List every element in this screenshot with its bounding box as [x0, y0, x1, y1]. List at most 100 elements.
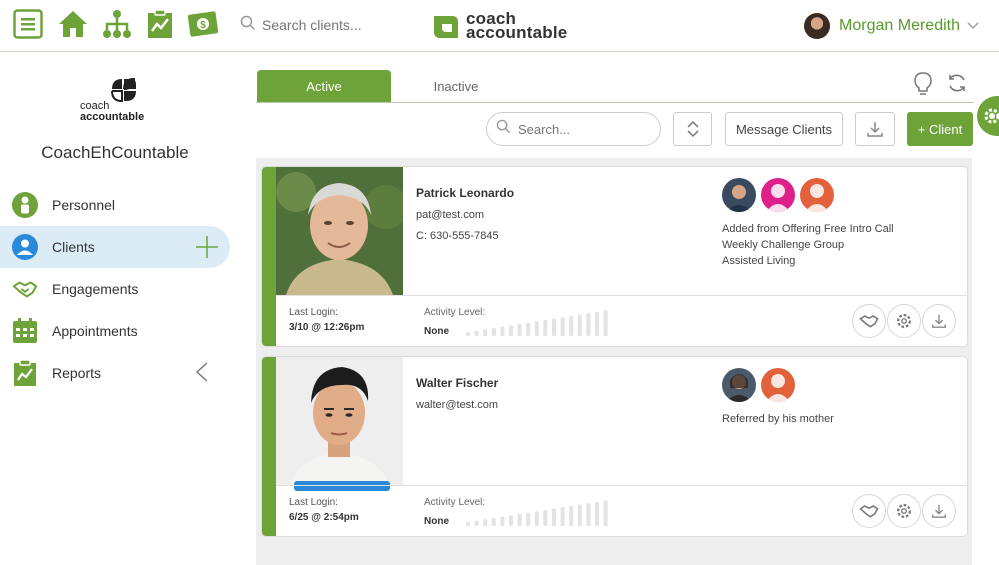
activity-bar — [500, 516, 505, 526]
sidebar-item-label: Clients — [52, 239, 95, 255]
group-label: Weekly Challenge Group — [722, 239, 845, 251]
activity-bar — [603, 500, 608, 526]
home-icon[interactable] — [57, 8, 89, 40]
report-icon[interactable] — [144, 8, 176, 40]
last-login-value: 6/25 @ 2:54pm — [289, 512, 359, 523]
client-icon — [12, 234, 38, 260]
activity-bar — [543, 509, 548, 526]
card-footer: Last Login: 3/10 @ 12:26pm Activity Leve… — [276, 295, 967, 346]
collapse-sidebar-chevron-icon[interactable] — [194, 361, 210, 383]
engagement-button[interactable] — [852, 304, 886, 338]
activity-bar — [603, 310, 608, 336]
sidebar-item-label: Personnel — [52, 197, 116, 213]
group-label: Referred by his mother — [722, 413, 834, 425]
last-login-value: 3/10 @ 12:26pm — [289, 322, 365, 333]
avatar — [804, 13, 831, 39]
activity-bar — [569, 505, 574, 526]
add-client-button[interactable]: + Client — [907, 112, 973, 146]
chevron-down-icon — [967, 19, 979, 33]
handshake-icon — [859, 315, 879, 328]
engagement-button[interactable] — [852, 494, 886, 528]
card-accent-bar — [262, 167, 276, 346]
search-icon — [240, 15, 256, 36]
client-name[interactable]: Patrick Leonardo — [416, 186, 514, 200]
handshake-icon — [859, 505, 879, 518]
sidebar-item-clients[interactable]: Clients — [0, 226, 230, 268]
download-button[interactable] — [855, 112, 895, 146]
tab-active[interactable]: Active — [257, 70, 391, 102]
activity-bar — [526, 322, 531, 336]
activity-bar — [509, 325, 513, 336]
top-bar: $ coach accountable Morgan Meredith — [0, 0, 999, 52]
client-name[interactable]: Walter Fischer — [416, 376, 498, 390]
activity-level-value: None — [424, 326, 449, 337]
group-avatar[interactable] — [722, 368, 756, 402]
activity-bar — [509, 515, 513, 526]
activity-bar — [526, 512, 531, 526]
group-avatar[interactable] — [761, 178, 795, 212]
activity-bar — [595, 501, 599, 526]
client-search-input[interactable] — [262, 17, 402, 33]
activity-bar — [483, 329, 488, 336]
client-photo — [276, 357, 403, 485]
activity-bar — [560, 507, 565, 526]
sidebar-item-engagements[interactable]: Engagements — [0, 268, 230, 310]
money-icon[interactable]: $ — [187, 8, 219, 40]
calendar-icon — [12, 318, 38, 344]
client-photo — [276, 167, 403, 295]
gear-icon — [897, 504, 911, 518]
refresh-icon[interactable] — [946, 72, 968, 94]
brand-logo[interactable]: coach accountable — [432, 10, 567, 41]
activity-bar — [577, 504, 582, 526]
card-footer: Last Login: 6/25 @ 2:54pm Activity Level… — [276, 485, 967, 536]
user-name: Morgan Meredith — [839, 17, 960, 34]
client-groups: Added from Offering Free Intro Call Week… — [722, 178, 962, 269]
activity-bar — [543, 319, 548, 336]
card-accent-bar — [262, 357, 276, 536]
client-settings-button[interactable] — [887, 304, 921, 338]
client-download-button[interactable] — [922, 304, 956, 338]
last-login-label: Last Login: — [289, 307, 338, 318]
client-settings-button[interactable] — [887, 494, 921, 528]
activity-bar — [500, 326, 505, 336]
group-avatar[interactable] — [722, 178, 756, 212]
status-tabs: Active Inactive — [256, 70, 974, 103]
user-menu[interactable]: Morgan Meredith — [804, 12, 979, 40]
menu-icon[interactable] — [12, 8, 44, 40]
settings-gear-tab[interactable] — [977, 96, 999, 136]
client-list: Patrick Leonardo pat@test.com C: 630-555… — [256, 158, 972, 565]
sidebar-item-appointments[interactable]: Appointments — [0, 310, 230, 352]
list-search[interactable] — [486, 112, 661, 146]
download-icon — [932, 504, 946, 518]
group-avatar[interactable] — [800, 178, 834, 212]
activity-bar — [517, 323, 522, 336]
sidebar-item-personnel[interactable]: Personnel — [0, 184, 230, 226]
group-avatar[interactable] — [761, 368, 795, 402]
org-chart-icon[interactable] — [101, 8, 133, 40]
activity-level-bars — [466, 310, 608, 336]
client-email[interactable]: pat@test.com — [416, 209, 484, 221]
sort-button[interactable] — [673, 112, 712, 146]
person-icon — [12, 192, 38, 218]
list-search-input[interactable] — [518, 121, 648, 137]
handshake-icon — [12, 276, 38, 302]
org-logo: coach accountable — [80, 77, 160, 127]
client-groups: Referred by his mother — [722, 368, 962, 427]
tab-inactive[interactable]: Inactive — [389, 70, 523, 102]
client-download-button[interactable] — [922, 494, 956, 528]
client-card[interactable]: Walter Fischer walter@test.com Referred … — [262, 357, 967, 536]
client-email[interactable]: walter@test.com — [416, 399, 498, 411]
client-card[interactable]: Patrick Leonardo pat@test.com C: 630-555… — [262, 167, 967, 346]
download-icon — [932, 314, 946, 328]
leaf-logo-icon — [434, 16, 458, 38]
lightbulb-icon[interactable] — [913, 71, 933, 97]
sort-chevrons-icon — [686, 120, 699, 138]
activity-bar — [552, 508, 556, 526]
client-phone: C: 630-555-7845 — [416, 230, 499, 242]
group-label: Added from Offering Free Intro Call — [722, 223, 894, 235]
message-clients-button[interactable]: Message Clients — [725, 112, 843, 146]
client-search[interactable] — [240, 13, 410, 37]
add-client-plus-icon[interactable] — [194, 234, 220, 260]
activity-bar — [534, 321, 539, 336]
sidebar: coach accountable CoachEhCountable Perso… — [0, 53, 256, 565]
